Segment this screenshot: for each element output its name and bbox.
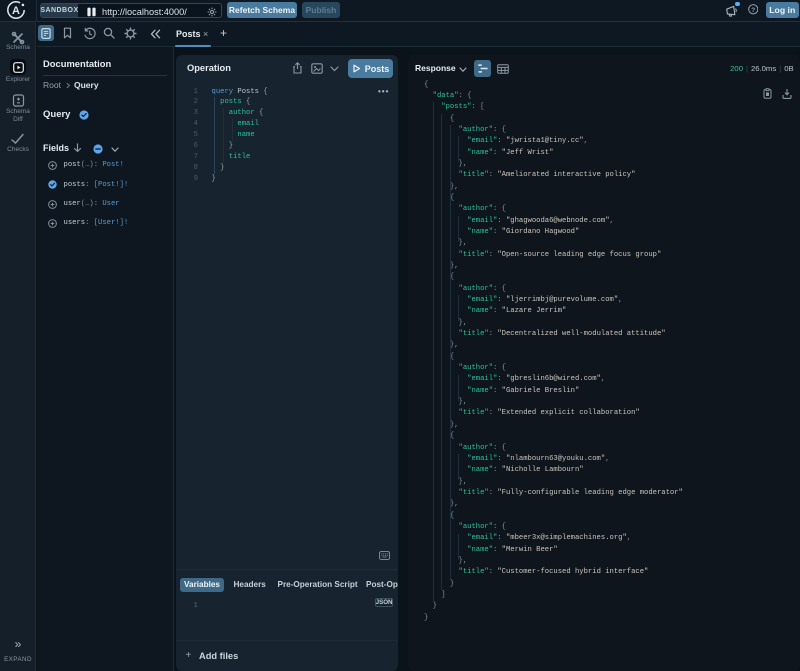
svg-text:A: A — [12, 5, 20, 17]
svg-text:?: ? — [751, 7, 755, 14]
